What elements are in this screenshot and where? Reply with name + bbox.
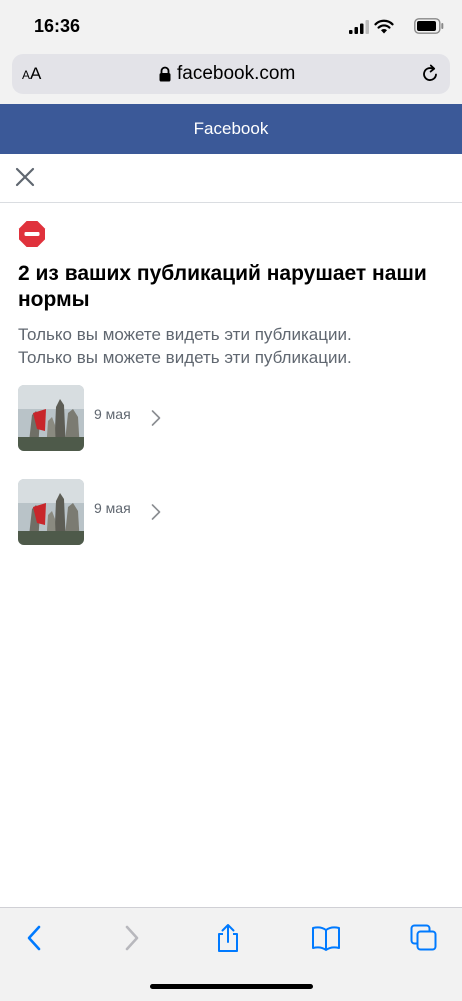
no-entry-icon xyxy=(19,221,45,247)
post-date: 9 мая xyxy=(94,500,131,516)
address-field[interactable]: AA facebook.com xyxy=(12,54,450,94)
tabs-icon[interactable] xyxy=(409,923,439,953)
close-row xyxy=(0,154,462,203)
post-photo-icon xyxy=(18,385,84,451)
post-item[interactable]: 9 мая xyxy=(18,385,448,453)
close-icon[interactable] xyxy=(14,166,36,188)
notice-headline: 2 из ваших публикаций нарушает наши норм… xyxy=(18,262,427,311)
chevron-right-icon[interactable] xyxy=(150,409,162,427)
notice-description: Только вы можете видеть эти публикации. … xyxy=(18,323,448,369)
battery-icon xyxy=(414,18,444,34)
status-icons xyxy=(344,18,444,36)
status-time: 16:36 xyxy=(34,16,81,36)
description-line: Только вы можете видеть эти публикации. xyxy=(18,348,352,367)
back-arrow-icon[interactable] xyxy=(20,923,50,953)
bookmarks-icon[interactable] xyxy=(311,923,341,953)
post-thumbnail xyxy=(18,385,84,451)
post-thumbnail xyxy=(18,479,84,545)
post-item[interactable]: 9 мая xyxy=(18,479,448,547)
text-size-button[interactable]: AA xyxy=(22,64,41,84)
description-line: Только вы можете видеть эти публикации. xyxy=(18,325,352,344)
post-photo-icon xyxy=(18,479,84,545)
header-title: Facebook xyxy=(193,119,269,138)
wifi-icon xyxy=(374,19,394,34)
status-bar: 16:36 xyxy=(0,0,462,52)
chevron-right-icon[interactable] xyxy=(150,503,162,521)
forward-arrow-icon[interactable] xyxy=(116,923,146,953)
home-indicator xyxy=(150,984,313,989)
domain-label: facebook.com xyxy=(177,63,296,84)
signal-icon xyxy=(349,20,369,34)
post-date: 9 мая xyxy=(94,406,131,422)
reload-icon[interactable] xyxy=(420,64,440,84)
facebook-header: Facebook xyxy=(0,104,462,154)
lock-icon xyxy=(159,66,171,82)
share-icon[interactable] xyxy=(213,923,243,953)
browser-address-bar: AA facebook.com xyxy=(0,52,462,104)
